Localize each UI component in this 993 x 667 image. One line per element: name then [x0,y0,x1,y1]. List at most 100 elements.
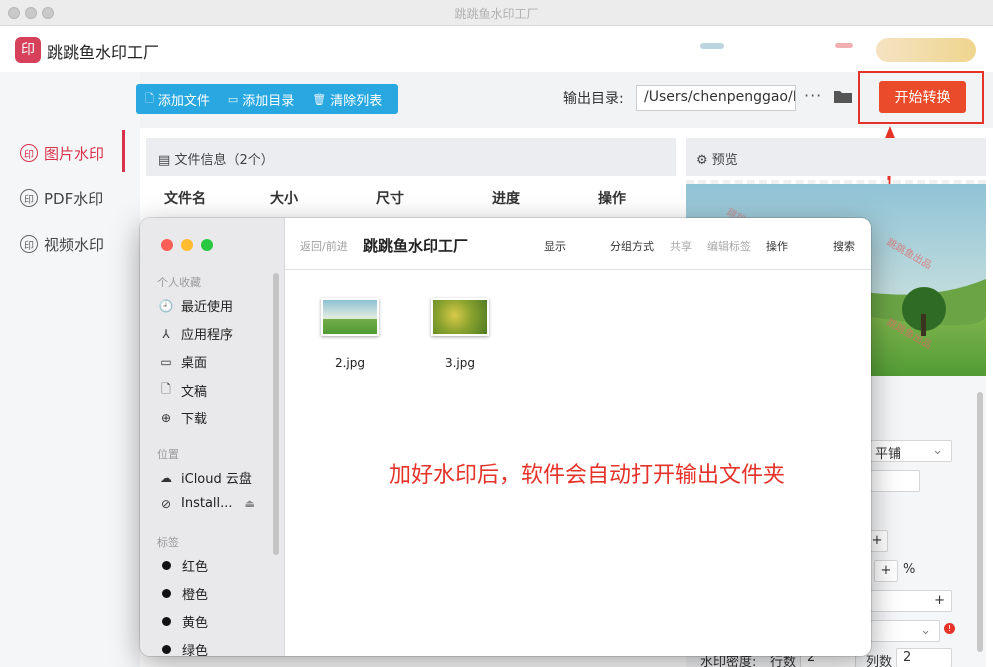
sidebar-item-applications[interactable]: ⅄ 应用程序 [158,324,234,344]
sidebar-item-label: PDF水印 [44,189,104,208]
sidebar-item-install[interactable]: ⊘ Install... ⏏ [158,496,255,511]
warning-icon: ! [944,623,955,634]
clear-list-label: 清除列表 [330,93,383,109]
share-button[interactable]: 共享 [670,238,692,254]
file-thumbnail-2[interactable] [321,298,379,336]
layout-select[interactable]: 平铺 ⌄ [870,440,952,462]
sidebar-item-icloud[interactable]: ☁ iCloud 云盘 [158,468,252,488]
output-directory-label: 输出目录: [563,91,624,107]
finder-close-button[interactable] [161,239,173,251]
header-blurred-element [835,43,853,48]
section-tags: 标签 [157,536,179,549]
window-title: 跳跳鱼水印工厂 [454,7,539,21]
finder-window: 个人收藏 🕘 最近使用 ⅄ 应用程序 ▭ 桌面 🗋 文稿 ⊕ 下载 位置 ☁ iCloud … [140,218,871,656]
number-field[interactable]: + [870,590,952,612]
finder-zoom-button[interactable] [201,239,213,251]
item-label: Install... [181,496,233,511]
item-label: iCloud 云盘 [181,472,252,487]
percent-sign: % [903,562,916,577]
output-directory-field[interactable]: /Users/chenpenggao/D [636,85,796,111]
seal-icon: 印 [20,189,38,207]
sidebar-item-video-watermark[interactable]: 印 视频水印 [0,224,126,264]
document-icon: 🗋 [161,382,171,396]
section-locations: 位置 [157,448,179,461]
sidebar-item-label: 图片水印 [44,144,105,163]
trash-icon: 🗑 [312,92,327,106]
columns-stepper[interactable]: 2 [896,648,952,667]
finder-toolbar: 返回/前进 跳跳鱼水印工厂 显示 分组方式 共享 编辑标签 操作 搜索 [285,218,871,270]
sidebar-item-downloads[interactable]: ⊕ 下载 [158,408,208,428]
sidebar-item-desktop[interactable]: ▭ 桌面 [158,352,208,372]
columns-label: 列数 [866,655,893,667]
sidebar-item-image-watermark[interactable]: 印 图片水印 [0,133,126,173]
finder-minimize-button[interactable] [181,239,193,251]
action-menu[interactable]: 操作 [766,238,788,254]
text-field[interactable] [870,470,920,492]
document-icon: ▤ [158,153,171,168]
more-options-button[interactable]: ··· [804,86,822,105]
seal-icon: 印 [20,144,38,162]
item-label: 下载 [181,412,208,427]
file-name[interactable]: 3.jpg [425,356,495,370]
app-header: 印 跳跳鱼水印工厂 [0,26,993,72]
account-pill[interactable] [876,38,976,62]
increment-button[interactable]: + [874,560,898,582]
item-label: 最近使用 [181,300,234,315]
tag-dot-icon [162,645,171,654]
search-button[interactable]: 搜索 [833,238,855,254]
tag-dot-icon [162,589,171,598]
app-logo-icon: 印 [15,37,41,63]
window-titlebar: 跳跳鱼水印工厂 [0,0,993,26]
item-label: 黄色 [182,616,209,631]
sidebar-item-label: 视频水印 [44,235,105,254]
applications-icon: ⅄ [162,326,170,341]
open-folder-icon[interactable] [833,88,853,104]
clear-list-button[interactable]: 🗑 清除列表 [303,84,391,114]
section-favorites: 个人收藏 [157,276,201,289]
file-thumbnail-3[interactable] [431,298,489,336]
preview-header: ⚙ 预览 [686,138,986,176]
item-label: 桌面 [181,356,208,371]
view-menu[interactable]: 显示 [544,238,566,254]
finder-title: 跳跳鱼水印工厂 [363,237,469,255]
tag-green[interactable]: 绿色 [158,640,208,656]
tag-dot-icon [162,617,171,626]
add-file-button[interactable]: 🗋 添加文件 [136,84,219,114]
group-by-menu[interactable]: 分组方式 [610,238,654,254]
gear-icon: ⚙ [696,153,708,168]
back-forward-button[interactable]: 返回/前进 [300,238,348,254]
download-icon: ⊕ [160,410,172,425]
seal-icon: 印 [20,235,38,253]
eject-icon[interactable]: ⏏ [245,497,255,510]
item-label: 文稿 [181,385,208,400]
highlight-box [858,71,984,124]
file-name[interactable]: 2.jpg [315,356,385,370]
edit-tags-button[interactable]: 编辑标签 [707,238,751,254]
sidebar-item-documents[interactable]: 🗋 文稿 [158,380,207,401]
tag-orange[interactable]: 橙色 [158,584,208,603]
item-label: 红色 [182,560,209,575]
file-icon: 🗋 [145,91,154,105]
disk-icon: ⊘ [160,496,172,511]
column-header: 尺寸 [376,191,404,207]
item-label: 应用程序 [181,328,234,343]
file-info-header: ▤ 文件信息（2个） [146,138,676,176]
annotation-text: 加好水印后，软件会自动打开输出文件夹 [389,463,786,488]
add-directory-button[interactable]: ▭ 添加目录 [219,84,303,114]
dropdown-select[interactable]: ⌄ [870,620,940,642]
chevron-down-icon: ⌄ [932,443,943,458]
desktop-icon: ▭ [160,354,172,369]
sidebar-item-recents[interactable]: 🕘 最近使用 [158,296,234,316]
sidebar-item-pdf-watermark[interactable]: 印 PDF水印 [0,178,126,218]
header-blurred-element [700,43,724,49]
item-label: 橙色 [182,588,209,603]
tag-red[interactable]: 红色 [158,556,208,575]
settings-scrollbar[interactable] [977,392,983,652]
columns-value: 2 [903,650,912,665]
preview-title: 预览 [711,153,738,168]
column-header: 文件名 [164,191,206,207]
finder-sidebar-scrollbar[interactable] [273,273,279,555]
tag-yellow[interactable]: 黄色 [158,612,208,631]
cloud-icon: ☁ [160,470,172,485]
plus-icon: + [934,593,945,608]
